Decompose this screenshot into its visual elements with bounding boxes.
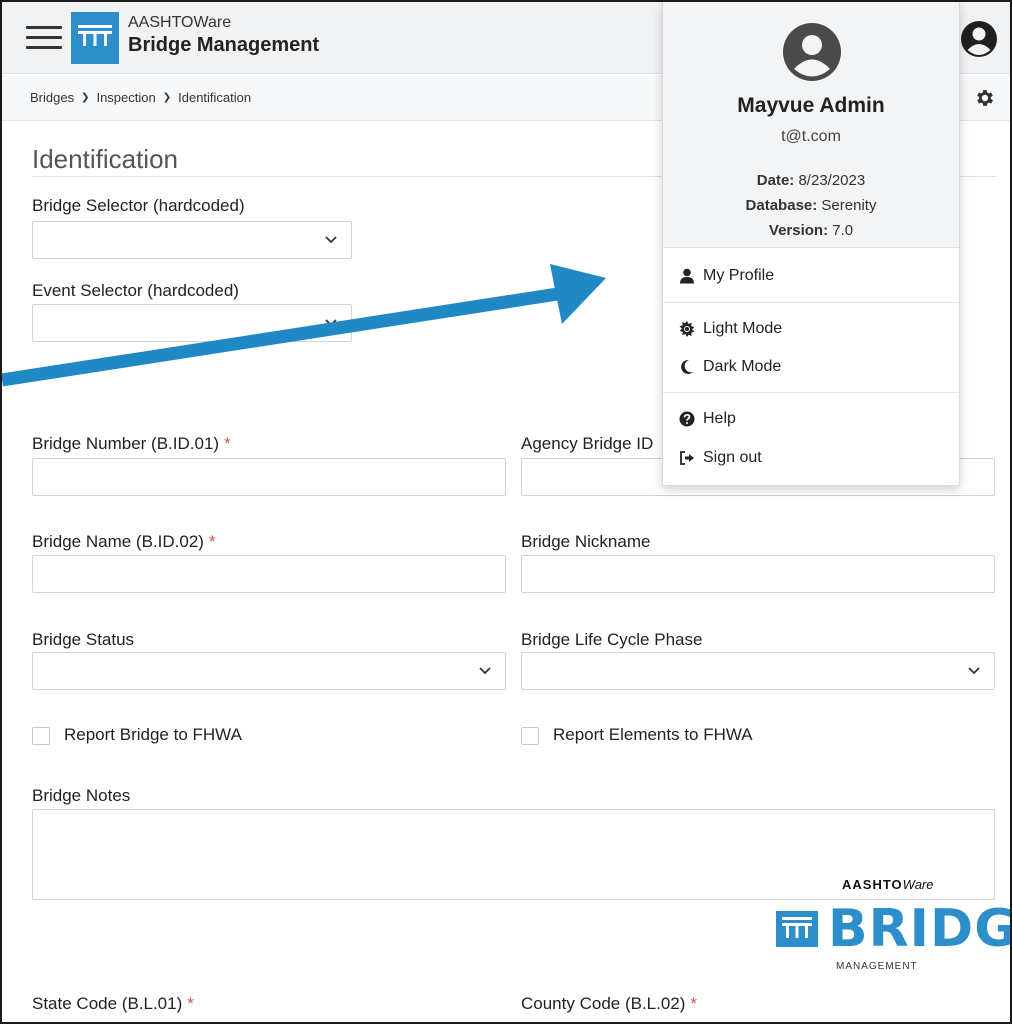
aashtoware-bridge-logo: AASHTOWare BRIDG MANAGEMENT bbox=[772, 877, 1012, 982]
breadcrumb-identification: Identification bbox=[178, 90, 252, 105]
bridge-name-input[interactable] bbox=[32, 555, 506, 593]
report-elements-checkbox[interactable] bbox=[521, 727, 539, 745]
event-selector-select[interactable] bbox=[32, 304, 352, 342]
state-code-label-text: State Code (B.L.01) bbox=[32, 994, 183, 1013]
user-email: t@t.com bbox=[781, 128, 841, 145]
user-name: Mayvue Admin bbox=[737, 94, 885, 117]
menu-divider bbox=[663, 392, 959, 393]
menu-item-sign-out[interactable]: Sign out bbox=[679, 449, 762, 467]
state-code-label: State Code (B.L.01) * bbox=[32, 994, 194, 1014]
chevron-right-icon: ❯ bbox=[81, 92, 90, 103]
logo-aashto-text: AASHTOWare bbox=[842, 877, 933, 892]
version-value: 7.0 bbox=[832, 222, 854, 239]
county-code-label-text: County Code (B.L.02) bbox=[521, 994, 686, 1013]
app-super-title: AASHTOWare bbox=[128, 14, 232, 31]
bridge-name-label-text: Bridge Name (B.ID.02) bbox=[32, 532, 204, 551]
menu-item-my-profile[interactable]: My Profile bbox=[679, 267, 774, 285]
bridge-logo-icon bbox=[776, 911, 818, 947]
required-marker: * bbox=[690, 994, 698, 1013]
breadcrumb-inspection[interactable]: Inspection bbox=[96, 90, 155, 105]
logo-management-text: MANAGEMENT bbox=[836, 961, 918, 972]
version-label: Version: bbox=[768, 222, 829, 239]
info-version: Version: 7.0 bbox=[663, 222, 959, 239]
report-bridge-label[interactable]: Report Bridge to FHWA bbox=[64, 725, 242, 745]
bridge-nickname-input[interactable] bbox=[521, 555, 995, 593]
menu-item-dark-mode[interactable]: Dark Mode bbox=[679, 358, 781, 376]
date-label: Date: bbox=[756, 172, 795, 189]
logo-aashto: AASHTO bbox=[842, 877, 903, 892]
life-cycle-phase-select[interactable] bbox=[521, 652, 995, 690]
help-label: Help bbox=[703, 410, 736, 427]
sign-out-label: Sign out bbox=[703, 449, 762, 466]
bridge-name-label: Bridge Name (B.ID.02) * bbox=[32, 532, 216, 552]
agency-bridge-id-label: Agency Bridge ID bbox=[521, 434, 654, 453]
bridge-status-label: Bridge Status bbox=[32, 630, 135, 649]
chevron-down-icon bbox=[479, 667, 491, 675]
required-marker: * bbox=[187, 994, 194, 1013]
required-marker: * bbox=[224, 434, 231, 453]
report-elements-label[interactable]: Report Elements to FHWA bbox=[553, 725, 753, 745]
date-value: 8/23/2023 bbox=[798, 172, 866, 189]
info-database: Database: Serenity bbox=[663, 197, 959, 214]
database-value: Serenity bbox=[821, 197, 877, 214]
report-bridge-checkbox[interactable] bbox=[32, 727, 50, 745]
moon-icon bbox=[681, 359, 693, 374]
event-selector-label: Event Selector (hardcoded) bbox=[32, 281, 239, 300]
dark-mode-label: Dark Mode bbox=[703, 358, 782, 375]
database-label: Database: bbox=[745, 197, 818, 214]
sign-out-icon bbox=[680, 451, 694, 465]
breadcrumb-bridges[interactable]: Bridges bbox=[30, 90, 74, 105]
sun-icon bbox=[679, 321, 695, 337]
my-profile-label: My Profile bbox=[703, 267, 775, 284]
required-marker: * bbox=[208, 532, 216, 551]
user-menu-header: Mayvue Admin t@t.com Date: 8/23/2023 Dat… bbox=[663, 2, 959, 248]
help-icon bbox=[679, 411, 695, 427]
menu-divider bbox=[663, 302, 959, 303]
app-name: Bridge Management bbox=[128, 34, 320, 56]
hamburger-menu-icon[interactable] bbox=[26, 26, 62, 50]
bridge-number-label-text: Bridge Number (B.ID.01) bbox=[32, 434, 220, 453]
user-avatar-icon bbox=[783, 23, 841, 81]
user-icon bbox=[680, 268, 694, 284]
life-cycle-phase-label: Bridge Life Cycle Phase bbox=[521, 630, 703, 649]
bridge-status-select[interactable] bbox=[32, 652, 506, 690]
app-window: AASHTOWare Bridge Management Bridges ❯ I… bbox=[0, 0, 1012, 1024]
chevron-down-icon bbox=[968, 667, 980, 675]
logo-bridge-text: BRIDG bbox=[828, 899, 1012, 959]
info-date: Date: 8/23/2023 bbox=[663, 172, 959, 189]
user-menu-dropdown: Mayvue Admin t@t.com Date: 8/23/2023 Dat… bbox=[662, 2, 960, 486]
bridge-selector-label: Bridge Selector (hardcoded) bbox=[32, 196, 245, 215]
bridge-selector-select[interactable] bbox=[32, 221, 352, 259]
chevron-down-icon bbox=[325, 236, 337, 244]
bridge-logo-icon[interactable] bbox=[71, 12, 119, 64]
light-mode-label: Light Mode bbox=[703, 320, 783, 337]
chevron-down-icon bbox=[325, 319, 337, 327]
logo-ware: Ware bbox=[902, 877, 934, 892]
gear-icon[interactable] bbox=[974, 87, 996, 109]
bridge-number-label: Bridge Number (B.ID.01) * bbox=[32, 434, 231, 454]
breadcrumb: Bridges ❯ Inspection ❯ Identification bbox=[30, 90, 251, 105]
bridge-number-input[interactable] bbox=[32, 458, 506, 496]
menu-item-help[interactable]: Help bbox=[679, 410, 736, 428]
chevron-right-icon: ❯ bbox=[162, 92, 172, 103]
county-code-label: County Code (B.L.02) * bbox=[521, 994, 697, 1014]
page-title: Identification bbox=[32, 144, 178, 174]
user-avatar-icon[interactable] bbox=[960, 20, 998, 58]
menu-item-light-mode[interactable]: Light Mode bbox=[679, 320, 782, 338]
bridge-nickname-label: Bridge Nickname bbox=[521, 532, 651, 551]
bridge-notes-label: Bridge Notes bbox=[32, 786, 131, 805]
